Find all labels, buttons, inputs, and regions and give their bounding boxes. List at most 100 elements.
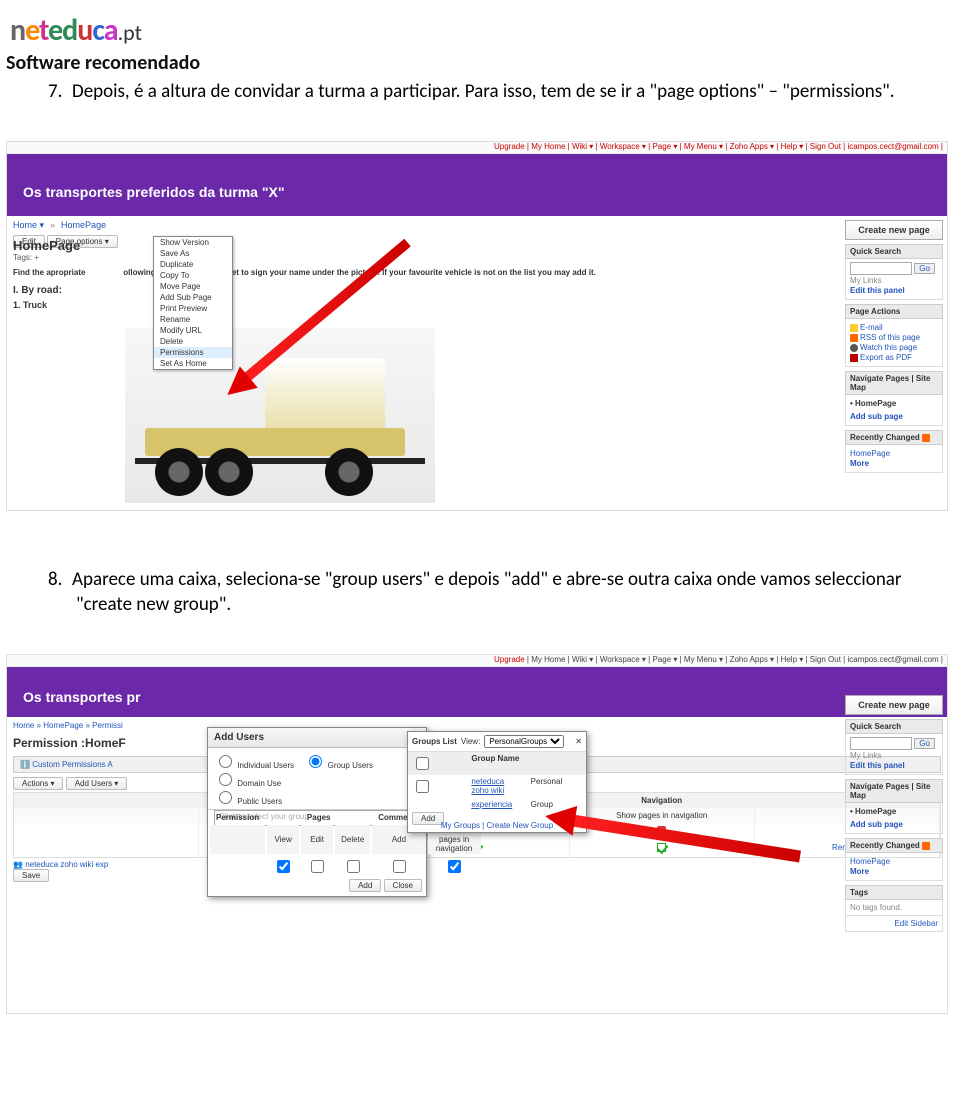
recent-more[interactable]: More bbox=[850, 459, 938, 468]
step-7: 7.Depois, é a altura de convidar a turma… bbox=[76, 79, 948, 105]
wiki-title-banner: Os transportes preferidos da turma "X" bbox=[7, 154, 947, 216]
action-rss[interactable]: RSS of this page bbox=[850, 333, 938, 342]
add-users-modal: Add Users Individual Users Group Users D… bbox=[207, 727, 427, 897]
watch-icon bbox=[850, 344, 858, 352]
add-users-dropdown[interactable]: Add Users ▾ bbox=[66, 777, 128, 790]
edit-panel-link[interactable]: Edit this panel bbox=[850, 286, 938, 295]
doc-subtitle: Software recomendado bbox=[6, 51, 948, 75]
recent-more[interactable]: More bbox=[850, 867, 938, 876]
menu-set-as-home[interactable]: Set As Home bbox=[154, 358, 232, 369]
menu-print-preview[interactable]: Print Preview bbox=[154, 303, 232, 314]
screenshot-2: UpgradeUpgrade | My Home | Wiki ▾ | Work… bbox=[6, 654, 948, 1014]
menu-modify-url[interactable]: Modify URL bbox=[154, 325, 232, 336]
menu-show-version[interactable]: Show Version bbox=[154, 237, 232, 248]
logo-wordmark: neteduca bbox=[10, 12, 118, 49]
wiki-top-nav: UpgradeUpgrade | My Home | Wiki ▾ | Work… bbox=[7, 655, 947, 667]
modal-add-button[interactable]: Add bbox=[349, 879, 381, 892]
nav-homepage[interactable]: HomePage bbox=[855, 399, 896, 408]
quick-search-go-button[interactable]: Go bbox=[914, 738, 935, 749]
groups-list-label: Groups List bbox=[412, 737, 457, 746]
radio-individual[interactable]: Individual Users bbox=[214, 761, 294, 770]
perm-delete-checkbox[interactable] bbox=[347, 860, 360, 873]
action-email[interactable]: E-mail bbox=[850, 323, 938, 332]
perm-edit-checkbox[interactable] bbox=[311, 860, 324, 873]
perm-nav-checkbox[interactable] bbox=[448, 860, 461, 873]
create-new-page-button[interactable]: Create new page bbox=[845, 220, 943, 240]
step-8-number: 8. bbox=[48, 567, 72, 593]
add-sub-page-link[interactable]: Add sub page bbox=[850, 412, 938, 421]
step-7-text: Depois, é a altura de convidar a turma a… bbox=[72, 80, 895, 103]
recent-homepage[interactable]: HomePage bbox=[850, 857, 938, 866]
select-all-checkbox[interactable] bbox=[416, 757, 429, 770]
step-8-text: Aparece uma caixa, seleciona-se "group u… bbox=[72, 568, 902, 617]
actions-dropdown[interactable]: Actions ▾ bbox=[13, 777, 63, 790]
action-export-pdf[interactable]: Export as PDF bbox=[850, 353, 938, 362]
tags-header: Tags bbox=[845, 885, 943, 900]
my-links-link[interactable]: My Links bbox=[850, 276, 938, 285]
recent-homepage[interactable]: HomePage bbox=[850, 449, 938, 458]
my-links-link[interactable]: My Links bbox=[850, 751, 938, 760]
rss-icon bbox=[850, 334, 858, 342]
step-7-number: 7. bbox=[48, 79, 72, 105]
heading-byroad: I. By road: bbox=[13, 285, 596, 296]
no-tags-text: No tags found. bbox=[850, 903, 902, 912]
group-row-label: neteduca zoho wiki exp bbox=[25, 860, 108, 869]
radio-public[interactable]: Public Users bbox=[214, 797, 282, 806]
quick-search-header: Quick Search bbox=[845, 719, 943, 734]
menu-save-as[interactable]: Save As bbox=[154, 248, 232, 259]
edit-sidebar-link[interactable]: Edit Sidebar bbox=[894, 919, 938, 928]
menu-permissions[interactable]: Permissions bbox=[154, 347, 232, 358]
menu-rename[interactable]: Rename bbox=[154, 314, 232, 325]
menu-add-sub-page[interactable]: Add Sub Page bbox=[154, 292, 232, 303]
quick-search-input[interactable] bbox=[850, 262, 912, 275]
wiki-title-banner: Os transportes pr bbox=[7, 667, 947, 717]
quick-search-go-button[interactable]: Go bbox=[914, 263, 935, 274]
nav-homepage[interactable]: HomePage bbox=[855, 807, 896, 816]
tags-line: Tags: + bbox=[13, 253, 596, 262]
create-new-page-button[interactable]: Create new page bbox=[845, 695, 943, 715]
page-title: HomePage bbox=[13, 238, 596, 253]
modal-close-button[interactable]: Close bbox=[384, 879, 422, 892]
step-8: 8.Aparece uma caixa, seleciona-se "group… bbox=[76, 567, 948, 618]
save-button[interactable]: Save bbox=[13, 869, 49, 882]
screenshot-1: Upgrade | My Home | Wiki ▾ | Workspace ▾… bbox=[6, 141, 948, 511]
neteduca-logo: neteduca.pt bbox=[10, 12, 142, 49]
sidebar-right: Create new page Quick Search Go My Links… bbox=[845, 220, 943, 473]
breadcrumb-homepage[interactable]: HomePage bbox=[61, 220, 106, 230]
perm-add-checkbox[interactable] bbox=[393, 860, 406, 873]
group-link[interactable]: neteduca zoho wiki bbox=[467, 775, 526, 798]
breadcrumb-home[interactable]: Home ▾ bbox=[13, 220, 44, 231]
menu-move-page[interactable]: Move Page bbox=[154, 281, 232, 292]
perm-view-checkbox[interactable] bbox=[277, 860, 290, 873]
add-sub-page-link[interactable]: Add sub page bbox=[850, 820, 938, 829]
quick-search-header: Quick Search bbox=[845, 244, 943, 259]
navigate-pages-header: Navigate Pages | Site Map bbox=[845, 371, 943, 395]
add-users-modal-title: Add Users bbox=[208, 728, 426, 748]
group-link[interactable]: experiencia bbox=[467, 798, 526, 811]
menu-duplicate[interactable]: Duplicate bbox=[154, 259, 232, 270]
item-truck: 1. Truck bbox=[13, 300, 596, 310]
mail-icon bbox=[850, 324, 858, 332]
radio-group[interactable]: Group Users bbox=[304, 761, 373, 770]
groups-view-select[interactable]: PersonalGroups bbox=[484, 735, 564, 748]
rss-icon bbox=[922, 434, 930, 442]
quick-search-input[interactable] bbox=[850, 737, 912, 750]
action-watch[interactable]: Watch this page bbox=[850, 343, 938, 352]
recently-changed-header: Recently Changed bbox=[845, 838, 943, 853]
menu-delete[interactable]: Delete bbox=[154, 336, 232, 347]
menu-copy-to[interactable]: Copy To bbox=[154, 270, 232, 281]
rss-icon bbox=[922, 842, 930, 850]
radio-domain[interactable]: Domain Use bbox=[214, 779, 281, 788]
wiki-top-nav: Upgrade | My Home | Wiki ▾ | Workspace ▾… bbox=[7, 142, 947, 154]
pdf-icon bbox=[850, 354, 858, 362]
group-row-checkbox[interactable] bbox=[416, 780, 429, 793]
page-options-dropdown[interactable]: Show Version Save As Duplicate Copy To M… bbox=[153, 236, 233, 370]
sidebar-right: Create new page Quick Search Go My Links… bbox=[845, 695, 943, 932]
content-instruction: Find the apropriate ollowing vehicles. D… bbox=[13, 268, 596, 277]
page-actions-header: Page Actions bbox=[845, 304, 943, 319]
logo-suffix: .pt bbox=[118, 19, 142, 46]
navigate-pages-header: Navigate Pages | Site Map bbox=[845, 779, 943, 803]
page-toolbar: Home ▾ » HomePage bbox=[7, 216, 947, 231]
allow-icon bbox=[657, 843, 666, 852]
edit-panel-link[interactable]: Edit this panel bbox=[850, 761, 938, 770]
